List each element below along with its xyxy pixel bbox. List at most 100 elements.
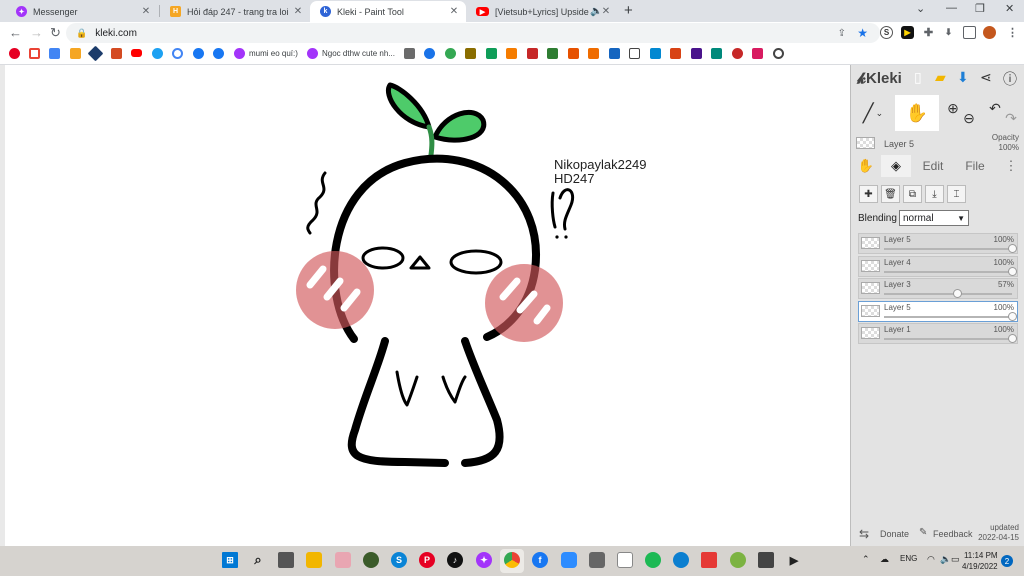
layer-row[interactable]: Layer 4 100% <box>858 255 1018 277</box>
tab-messenger[interactable]: ✦ Messenger ✕ <box>6 1 158 22</box>
layer-name[interactable]: Layer 1 <box>884 325 911 334</box>
close-icon[interactable]: ✕ <box>448 6 460 17</box>
twitter-icon[interactable] <box>152 48 163 59</box>
bookmark-app-icon[interactable] <box>691 48 702 59</box>
blending-select[interactable]: normal ▼ <box>899 210 969 226</box>
address-bar[interactable]: 🔒 kleki.com ⇪ ★ <box>66 23 880 43</box>
duplicate-layer-button[interactable]: ⧉ <box>903 185 922 203</box>
bookmark-app-icon[interactable] <box>445 48 456 59</box>
bookmark-label[interactable]: Ngoc dthw cute nh... <box>322 49 395 58</box>
layer-opacity-slider[interactable] <box>884 266 1017 276</box>
bookmark-app-icon[interactable] <box>732 48 743 59</box>
layer-opacity-slider[interactable] <box>884 334 1017 343</box>
drawing-canvas[interactable]: Nikopaylak2249 HD247 <box>0 65 850 546</box>
layer-row[interactable]: Layer 3 57% <box>858 278 1018 299</box>
gmail-icon[interactable] <box>29 48 40 59</box>
slider-handle[interactable] <box>1008 334 1017 343</box>
menu-kebab-icon[interactable]: ⋮ <box>1006 26 1019 39</box>
slider-handle[interactable] <box>952 289 962 298</box>
search-icon[interactable]: ⌕ <box>250 552 266 568</box>
side-panel-icon[interactable] <box>963 26 976 39</box>
layer-row[interactable]: Layer 5 100% <box>858 300 1018 322</box>
restore-icon[interactable]: ❐ <box>975 2 985 15</box>
help-icon[interactable]: ⓘ <box>1003 69 1017 89</box>
bookmark-app-icon[interactable] <box>752 48 763 59</box>
tab-edit[interactable]: Edit <box>913 155 953 177</box>
reload-icon[interactable]: ↻ <box>50 25 61 41</box>
chevron-up-icon[interactable]: ⌃ <box>862 554 870 565</box>
share-icon[interactable]: ⋖ <box>980 69 992 86</box>
back-icon[interactable]: ← <box>9 25 22 40</box>
rename-layer-button[interactable]: ⌶ <box>947 185 966 203</box>
tiktok-icon[interactable]: ♪ <box>447 552 463 568</box>
messenger-icon[interactable] <box>234 48 245 59</box>
task-view-icon[interactable] <box>278 552 294 568</box>
layer-opacity-slider[interactable] <box>884 244 1017 253</box>
notification-badge[interactable]: 2 <box>1001 555 1013 567</box>
bookmark-app-icon[interactable] <box>87 45 104 62</box>
slider-handle[interactable] <box>1008 244 1017 253</box>
close-icon[interactable]: ✕ <box>292 6 304 17</box>
layer-row[interactable]: Layer 1 100% <box>858 323 1018 344</box>
bookmark-app-icon[interactable] <box>773 48 784 59</box>
spotify-icon[interactable] <box>645 552 661 568</box>
pinterest-icon[interactable] <box>9 48 20 59</box>
hand-tab-icon[interactable]: ✋ <box>854 155 878 177</box>
bookmark-app-icon[interactable] <box>650 48 661 59</box>
bookmark-app-icon[interactable] <box>588 48 599 59</box>
layer-name[interactable]: Layer 4 <box>884 258 911 267</box>
zoom-icon[interactable] <box>561 552 577 568</box>
app-icon[interactable] <box>758 552 774 568</box>
delete-layer-button[interactable]: 🗑 <box>881 185 900 203</box>
layer-row[interactable]: Layer 5 100% <box>858 233 1018 254</box>
wifi-icon[interactable]: ◠ <box>927 554 935 565</box>
open-folder-icon[interactable]: ▰ <box>935 69 946 86</box>
tab-hoidap247[interactable]: H Hỏi đáp 247 - trang tra loi ✕ <box>160 1 310 22</box>
url-text[interactable]: kleki.com <box>95 28 137 39</box>
share-icon[interactable]: ⇪ <box>838 28 846 39</box>
lock-icon[interactable]: 🔒 <box>76 28 87 39</box>
bookmark-app-icon[interactable] <box>629 48 640 59</box>
download-icon[interactable]: ⬇ <box>957 69 969 86</box>
merge-layer-button[interactable]: ⤓ <box>925 185 944 203</box>
app-icon[interactable] <box>335 552 351 568</box>
pinterest-icon[interactable]: P <box>419 552 435 568</box>
bookmark-app-icon[interactable] <box>404 48 415 59</box>
bookmark-app-icon[interactable] <box>711 48 722 59</box>
bookmark-app-icon[interactable] <box>568 48 579 59</box>
forward-icon[interactable]: → <box>30 25 43 40</box>
feedback-link[interactable]: Feedback <box>933 529 973 539</box>
clock[interactable]: 11:14 PM 4/19/2022 <box>962 550 998 572</box>
extension-s-icon[interactable]: S <box>880 26 893 39</box>
bookmark-app-icon[interactable] <box>424 48 435 59</box>
bookmark-app-icon[interactable] <box>527 48 538 59</box>
redo-icon[interactable]: ↷ <box>1001 100 1021 136</box>
messenger-icon[interactable] <box>307 48 318 59</box>
language-indicator[interactable]: ENG <box>900 554 917 563</box>
extension-arrow-icon[interactable]: ▶ <box>901 26 914 39</box>
download-icon[interactable]: ⬇ <box>942 26 955 39</box>
layer-opacity-slider[interactable] <box>884 289 1012 298</box>
facebook-icon[interactable] <box>213 48 224 59</box>
app-icon[interactable] <box>701 552 717 568</box>
cloud-icon[interactable]: ☁ <box>880 554 889 565</box>
bookmark-app-icon[interactable] <box>465 48 476 59</box>
extensions-puzzle-icon[interactable]: ✚ <box>922 26 935 39</box>
layer-name[interactable]: Layer 3 <box>884 280 911 289</box>
bookmark-label[interactable]: mumi eo quí:) <box>249 49 298 58</box>
close-icon[interactable]: ✕ <box>600 6 612 17</box>
messenger-icon[interactable]: ✦ <box>476 552 492 568</box>
add-layer-button[interactable]: ✚ <box>859 185 878 203</box>
profile-avatar[interactable] <box>983 26 996 39</box>
bookmark-app-icon[interactable] <box>609 48 620 59</box>
chevron-down-icon[interactable]: ⌄ <box>876 108 884 119</box>
tab-kleki[interactable]: k Kleki - Paint Tool ✕ <box>310 1 466 22</box>
chrome-icon[interactable] <box>504 552 520 568</box>
close-icon[interactable]: ✕ <box>140 6 152 17</box>
speaker-icon[interactable]: 🔈 <box>590 6 602 17</box>
bookmark-app-icon[interactable] <box>547 48 558 59</box>
file-explorer-icon[interactable] <box>306 552 322 568</box>
minimize-icon[interactable]: — <box>946 2 957 14</box>
tab-file[interactable]: File <box>955 155 995 177</box>
kleki-logo[interactable]: 𝓴Kleki <box>857 70 902 87</box>
